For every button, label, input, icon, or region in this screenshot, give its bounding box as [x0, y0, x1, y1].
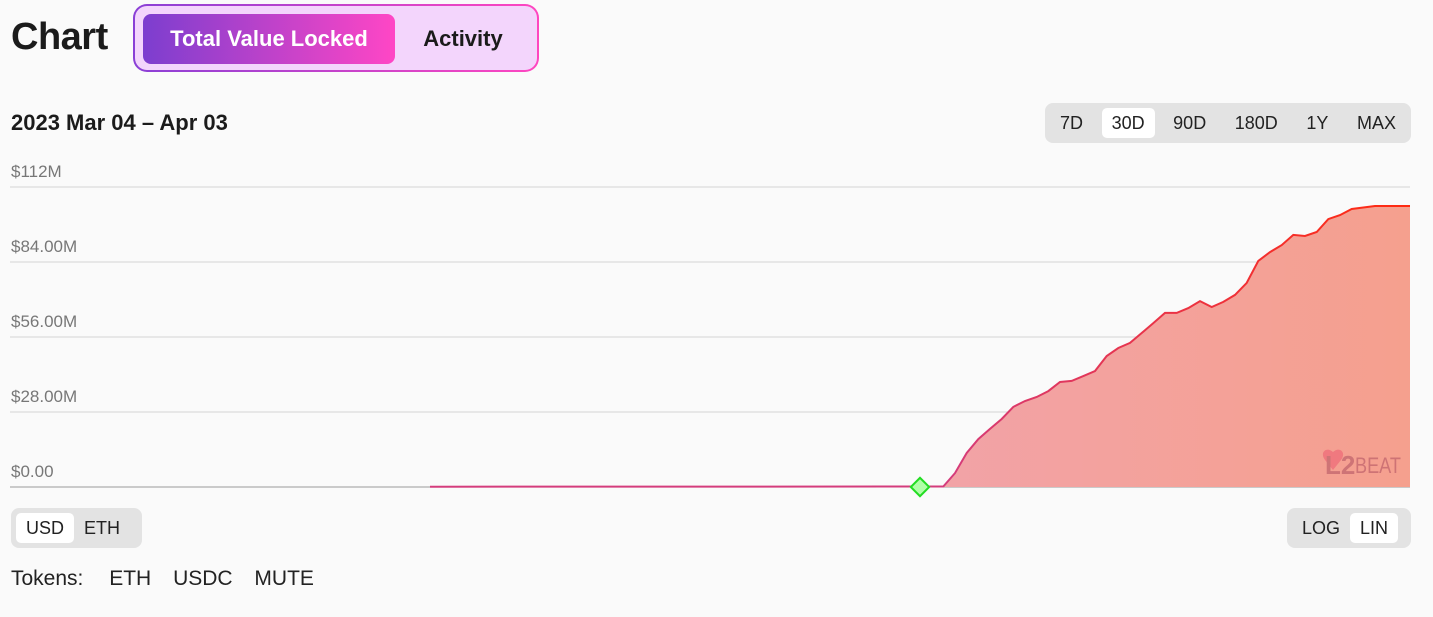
chart-marker-diamond[interactable]: [909, 476, 931, 498]
y-tick-label: $28.00M: [11, 387, 78, 406]
tokens-list: Tokens: ETH USDC MUTE: [11, 567, 330, 591]
token-mute[interactable]: MUTE: [254, 567, 314, 590]
scale-log-button[interactable]: LOG: [1292, 513, 1350, 543]
y-tick-label: $112M: [11, 162, 62, 181]
scale-lin-button[interactable]: LIN: [1350, 513, 1399, 543]
tab-activity[interactable]: Activity: [403, 14, 523, 64]
time-range-selector: 7D 30D 90D 180D 1Y MAX: [1045, 103, 1411, 143]
currency-eth-button[interactable]: ETH: [74, 513, 130, 543]
chart-type-switch: Total Value Locked Activity: [133, 4, 539, 72]
tab-total-value-locked[interactable]: Total Value Locked: [143, 14, 395, 64]
y-tick-label: $0.00: [11, 462, 54, 481]
currency-selector: USD ETH: [11, 508, 142, 548]
range-180d-button[interactable]: 180D: [1225, 108, 1288, 138]
range-1y-button[interactable]: 1Y: [1296, 108, 1338, 138]
svg-text:L2: L2: [1325, 450, 1355, 480]
range-90d-button[interactable]: 90D: [1163, 108, 1216, 138]
l2beat-watermark: L2 BEAT: [1322, 449, 1401, 480]
date-range: 2023 Mar 04 – Apr 03: [11, 110, 228, 135]
scale-selector: LOG LIN: [1287, 508, 1411, 548]
range-max-button[interactable]: MAX: [1347, 108, 1406, 138]
tokens-label: Tokens:: [11, 567, 84, 590]
page-title: Chart: [11, 16, 108, 58]
y-tick-label: $56.00M: [11, 312, 78, 331]
token-usdc[interactable]: USDC: [173, 567, 233, 590]
token-eth[interactable]: ETH: [109, 567, 151, 590]
svg-text:BEAT: BEAT: [1355, 453, 1401, 478]
currency-usd-button[interactable]: USD: [16, 513, 75, 543]
range-30d-button[interactable]: 30D: [1101, 108, 1155, 138]
y-tick-label: $84.00M: [11, 237, 78, 256]
tvl-line: [429, 205, 1410, 488]
tvl-area: [430, 206, 1410, 487]
tvl-chart: L2 BEAT: [10, 186, 1410, 498]
range-7d-button[interactable]: 7D: [1050, 108, 1093, 138]
